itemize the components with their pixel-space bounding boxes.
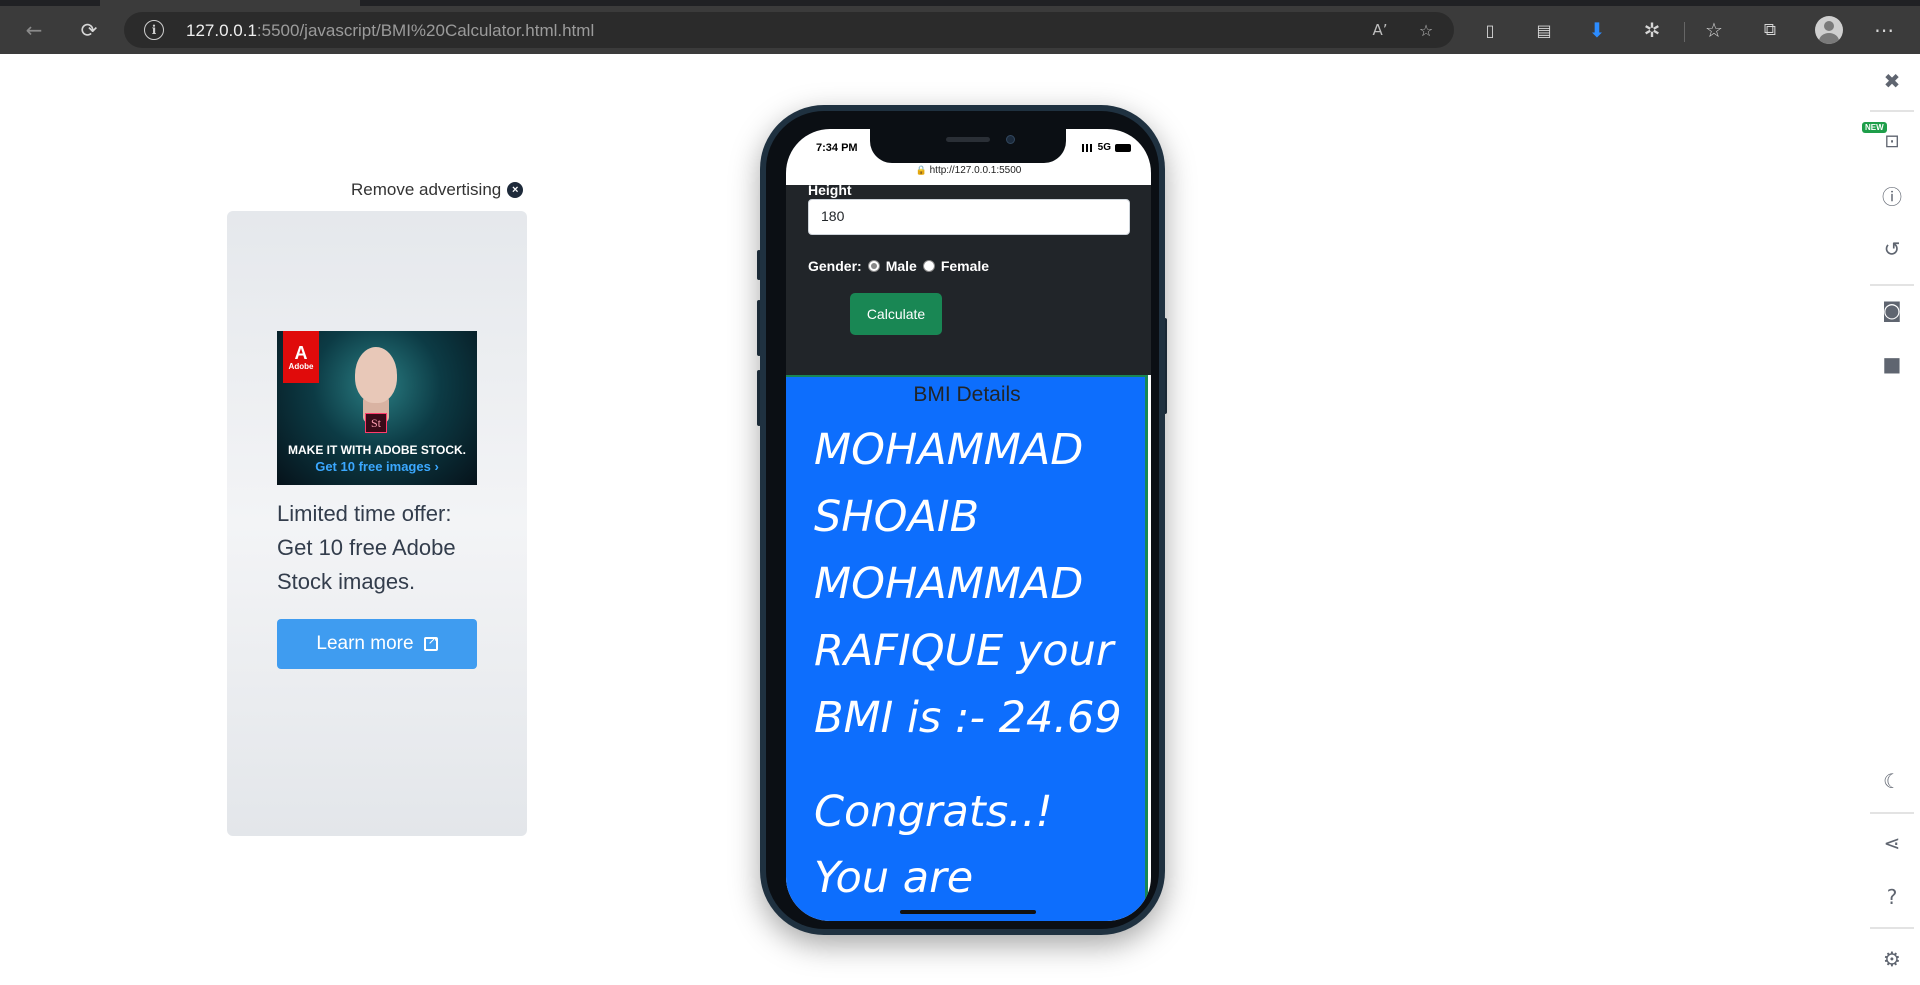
- panel-divider: [1870, 812, 1914, 814]
- gender-label: Gender:: [808, 258, 862, 274]
- close-circle-icon[interactable]: ×: [507, 182, 524, 198]
- phone-frame: 7:34 PM 5G 🔒 http://127.0.0.1:5500 Heigh…: [760, 105, 1165, 935]
- url-text[interactable]: 127.0.0.1:5500/javascript/BMI%20Calculat…: [186, 21, 594, 41]
- extension-doc-icon[interactable]: ▤: [1530, 16, 1558, 44]
- adobe-logo: A Adobe: [283, 331, 319, 383]
- dark-mode-icon[interactable]: ☾: [1879, 768, 1905, 794]
- ad-caption: MAKE IT WITH ADOBE STOCK.: [288, 443, 466, 457]
- settings-icon[interactable]: ⚙: [1879, 946, 1905, 972]
- mobile-url-text: http://127.0.0.1:5500: [929, 165, 1022, 176]
- bmi-result-panel: BMI Details MOHAMMAD SHOAIB MOHAMMAD RAF…: [786, 375, 1148, 921]
- collections-icon[interactable]: ⧉: [1756, 16, 1784, 44]
- responsive-device-icon[interactable]: ⊡: [1879, 128, 1905, 154]
- male-label[interactable]: Male: [886, 258, 917, 274]
- camera-icon[interactable]: ◙: [1879, 297, 1905, 323]
- speaker-icon: [946, 137, 990, 142]
- network-label: 5G: [1097, 142, 1111, 153]
- phone-screen: 7:34 PM 5G 🔒 http://127.0.0.1:5500 Heigh…: [786, 129, 1151, 921]
- result-title: BMI Details: [913, 383, 1021, 406]
- bmi-message: MOHAMMAD SHOAIB MOHAMMAD RAFIQUE your BM…: [814, 425, 1122, 743]
- ad-figure-face: [355, 347, 397, 403]
- close-icon[interactable]: ✖: [1879, 68, 1905, 94]
- male-radio[interactable]: [867, 260, 880, 272]
- external-link-icon: [423, 633, 438, 651]
- phone-bezel: 7:34 PM 5G 🔒 http://127.0.0.1:5500 Heigh…: [766, 111, 1159, 929]
- status-time: 7:34 PM: [816, 142, 858, 154]
- remove-advertising-label: Remove advertising: [351, 180, 502, 199]
- browser-toolbar: ← ⟳ i 127.0.0.1:5500/javascript/BMI%20Ca…: [0, 6, 1920, 54]
- ad-offer-text: Limited time offer: Get 10 free Adobe St…: [277, 501, 456, 594]
- help-icon[interactable]: ?: [1879, 884, 1905, 910]
- share-icon[interactable]: ⋖: [1879, 830, 1905, 856]
- front-camera-icon: [1006, 135, 1015, 144]
- video-icon[interactable]: ■: [1879, 351, 1905, 377]
- extensions-icon[interactable]: ✲: [1638, 16, 1666, 44]
- battery-icon: [1115, 143, 1131, 152]
- favorites-icon[interactable]: ☆: [1700, 16, 1728, 44]
- back-arrow-icon[interactable]: ←: [20, 16, 48, 44]
- bmi-form: Height 180 Gender: Male Female Calculate: [786, 182, 1151, 375]
- info-icon[interactable]: i: [144, 20, 164, 40]
- panel-divider: [1870, 927, 1914, 929]
- reload-icon[interactable]: ⟳: [75, 16, 103, 44]
- download-icon[interactable]: ⬇: [1583, 16, 1611, 44]
- phone-notch: [870, 129, 1066, 163]
- health-status-message: Congrats..! You are Healthy.: [814, 787, 1053, 921]
- extension-phone-icon[interactable]: ▯: [1476, 16, 1504, 44]
- female-label[interactable]: Female: [941, 258, 989, 274]
- panel-divider: [1870, 110, 1914, 112]
- calculate-button[interactable]: Calculate: [850, 293, 942, 335]
- panel-divider: [1870, 284, 1914, 286]
- ad-container: A Adobe St MAKE IT WITH ADOBE STOCK. Get …: [227, 211, 527, 836]
- learn-more-button[interactable]: Learn more: [277, 619, 477, 669]
- toolbar-divider: [1684, 22, 1685, 42]
- ad-image[interactable]: A Adobe St MAKE IT WITH ADOBE STOCK. Get …: [277, 331, 477, 485]
- remove-advertising-link[interactable]: Remove advertising ×: [351, 180, 524, 200]
- read-aloud-icon[interactable]: Aʼ: [1368, 18, 1392, 42]
- signal-icon: [1081, 143, 1094, 152]
- height-input[interactable]: 180: [808, 199, 1130, 235]
- lock-icon: 🔒: [915, 166, 927, 176]
- more-menu-icon[interactable]: ⋯: [1870, 16, 1898, 44]
- home-indicator: [900, 910, 1036, 914]
- add-favorite-icon[interactable]: ☆: [1414, 18, 1438, 42]
- female-radio[interactable]: [922, 260, 935, 272]
- rotate-icon[interactable]: ↺: [1879, 236, 1905, 262]
- address-bar[interactable]: i 127.0.0.1:5500/javascript/BMI%20Calcul…: [124, 12, 1454, 48]
- ad-caption-link: Get 10 free images ›: [315, 459, 439, 474]
- adobe-stock-logo: St: [365, 413, 387, 433]
- learn-more-label: Learn more: [316, 633, 414, 654]
- info-circle-icon[interactable]: ⓘ: [1879, 182, 1905, 209]
- gender-group: Gender: Male Female: [808, 258, 989, 274]
- profile-avatar[interactable]: [1815, 16, 1843, 44]
- status-indicators: 5G: [1081, 142, 1131, 153]
- height-label: Height: [808, 182, 852, 198]
